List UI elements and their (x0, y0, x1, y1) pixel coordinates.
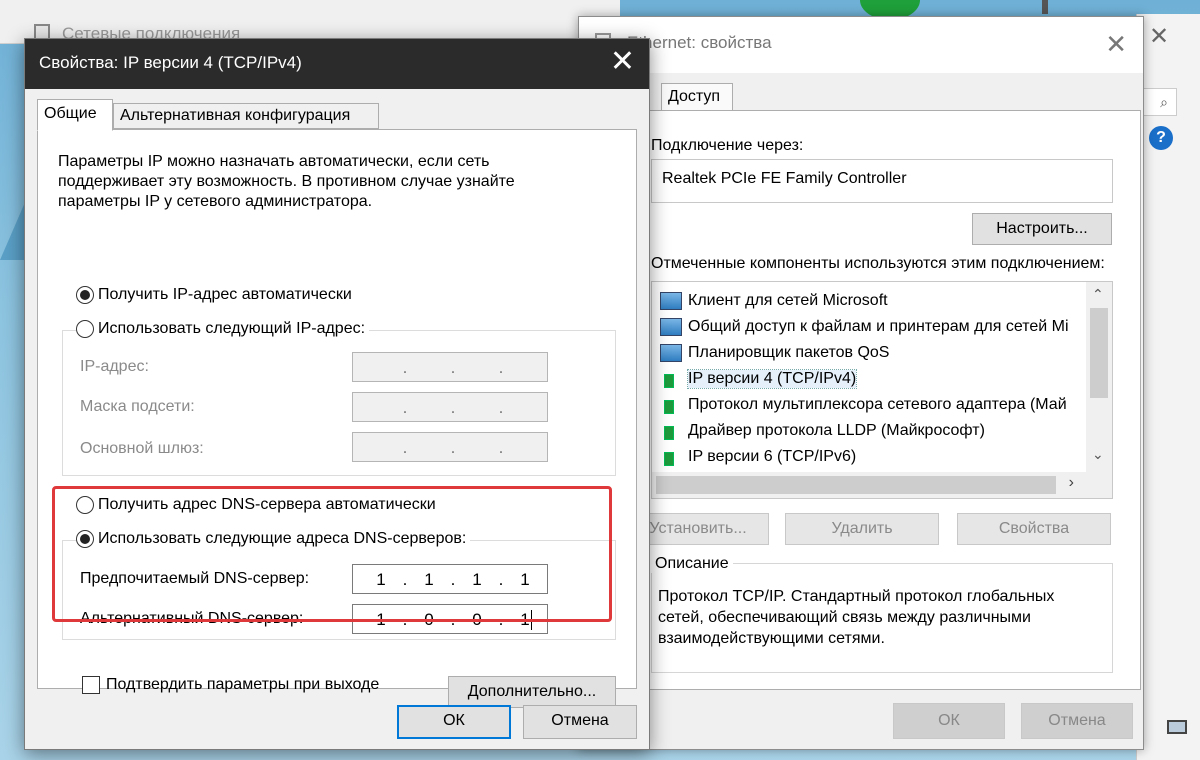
ethernet-properties-window[interactable]: Ethernet: свойства ✕ Доступ Подключение … (578, 16, 1144, 750)
list-item-label: Планировщик пакетов QoS (688, 344, 890, 361)
alternate-dns-label: Альтернативный DNS-сервер: (80, 610, 304, 627)
remove-button[interactable]: Удалить (785, 513, 939, 545)
monitor-icon[interactable] (1167, 720, 1187, 734)
radio-selected-icon[interactable] (76, 530, 94, 548)
tab-general[interactable]: Общие (37, 99, 113, 131)
ok-button[interactable]: ОК (397, 705, 511, 739)
list-item-label: Клиент для сетей Microsoft (688, 292, 888, 309)
protocol-icon (660, 422, 682, 440)
adapter-name: Realtek PCIe FE Family Controller (651, 159, 1113, 203)
close-icon[interactable]: ✕ (610, 47, 635, 77)
octet: 1 (520, 610, 530, 629)
tab-alternate-config[interactable]: Альтернативная конфигурация (113, 103, 379, 129)
chevron-down-icon[interactable]: ⌄ (1092, 446, 1104, 463)
ok-button[interactable]: ОК (893, 703, 1005, 739)
alternate-dns-field[interactable]: 1 . 0 . 0 . 1 (352, 604, 548, 634)
text-caret (531, 610, 532, 630)
list-item[interactable]: Клиент для сетей Microsoft (660, 288, 888, 314)
protocol-icon (660, 448, 682, 466)
connect-via-label: Подключение через: (651, 137, 804, 154)
ip-address-field[interactable]: ... (352, 352, 548, 382)
protocol-icon (660, 370, 682, 388)
scrollbar-thumb[interactable] (1090, 308, 1108, 398)
octet: 1 (424, 570, 434, 589)
list-item-label: Протокол мультиплексора сетевого адаптер… (688, 396, 1067, 413)
octet: 1 (520, 570, 530, 589)
list-item[interactable]: Общий доступ к файлам и принтерам для се… (660, 314, 1069, 340)
scrollbar-thumb[interactable] (656, 476, 1056, 494)
list-item-selected[interactable]: IP версии 4 (TCP/IPv4) (660, 366, 858, 392)
gateway-field[interactable]: ... (352, 432, 548, 462)
gateway-label: Основной шлюз: (80, 440, 204, 457)
tab-panel-general: Параметры IP можно назначать автоматичес… (37, 129, 637, 708)
titlebar[interactable]: Свойства: IP версии 4 (TCP/IPv4) ✕ (25, 39, 649, 89)
protocol-icon (660, 396, 682, 414)
cancel-button[interactable]: Отмена (1021, 703, 1133, 739)
octet: 1 (472, 570, 482, 589)
ip-address-label: IP-адрес: (80, 358, 149, 375)
chevron-right-icon[interactable]: › (1069, 474, 1074, 492)
description-text: Протокол TCP/IP. Стандартный протокол гл… (658, 588, 1055, 647)
list-item-label: Общий доступ к файлам и принтерам для се… (688, 318, 1069, 335)
list-item[interactable]: Драйвер протокола LLDP (Майкрософт) (660, 418, 985, 444)
network-service-icon (660, 318, 682, 336)
radio-dns-auto[interactable]: Получить адрес DNS-сервера автоматически (76, 496, 440, 514)
octet: 0 (424, 610, 434, 629)
list-item-label: IP версии 4 (TCP/IPv4) (686, 369, 858, 389)
help-icon[interactable]: ? (1149, 126, 1173, 150)
list-item[interactable]: Протокол мультиплексора сетевого адаптер… (660, 392, 1067, 418)
radio-dns-manual-label: Использовать следующие адреса DNS-сервер… (98, 530, 467, 547)
radio-ip-manual[interactable]: Использовать следующий IP-адрес: (76, 320, 370, 338)
list-item-label: Драйвер протокола LLDP (Майкрософт) (688, 422, 985, 439)
titlebar[interactable]: Ethernet: свойства ✕ (579, 17, 1143, 73)
radio-dns-manual[interactable]: Использовать следующие адреса DNS-сервер… (76, 530, 471, 548)
advanced-button[interactable]: Дополнительно... (448, 676, 616, 708)
subnet-mask-field[interactable]: ... (352, 392, 548, 422)
radio-unselected-icon[interactable] (76, 496, 94, 514)
background-explorer-window[interactable]: ✕ ⌕ ? (1136, 14, 1200, 760)
cancel-button[interactable]: Отмена (523, 705, 637, 739)
confirm-on-exit-label: Подтвердить параметры при выходе (106, 676, 380, 693)
vertical-scrollbar[interactable]: ⌃ ⌄ (1086, 282, 1112, 472)
list-item-label: IP версии 6 (TCP/IPv6) (688, 448, 857, 465)
preferred-dns-label: Предпочитаемый DNS-сервер: (80, 570, 310, 587)
preferred-dns-field[interactable]: 1 . 1 . 1 . 1 (352, 564, 548, 594)
description-label: Описание (651, 555, 733, 573)
list-item[interactable]: Планировщик пакетов QoS (660, 340, 889, 366)
radio-ip-manual-label: Использовать следующий IP-адрес: (98, 320, 366, 337)
network-client-icon (660, 292, 682, 310)
radio-ip-auto-label: Получить IP-адрес автоматически (98, 286, 352, 303)
wallpaper-pole (1042, 0, 1048, 14)
list-item[interactable]: IP версии 6 (TCP/IPv6) (660, 444, 856, 470)
components-label: Отмеченные компоненты используются этим … (651, 255, 1105, 272)
components-list[interactable]: Клиент для сетей Microsoft Общий доступ … (651, 281, 1113, 499)
adapter-name-text: Realtek PCIe FE Family Controller (662, 170, 907, 187)
close-icon[interactable]: ✕ (1105, 29, 1127, 60)
confirm-on-exit-checkbox[interactable]: Подтвердить параметры при выходе (82, 676, 379, 694)
horizontal-scrollbar[interactable]: › (652, 472, 1112, 498)
properties-button[interactable]: Свойства (957, 513, 1111, 545)
radio-selected-icon[interactable] (76, 286, 94, 304)
radio-ip-auto[interactable]: Получить IP-адрес автоматически (76, 286, 356, 304)
octet: 1 (376, 570, 386, 589)
close-icon[interactable]: ✕ (1149, 22, 1169, 51)
radio-dns-auto-label: Получить адрес DNS-сервера автоматически (98, 496, 436, 513)
tab-access[interactable]: Доступ (661, 83, 733, 111)
window-title: Свойства: IP версии 4 (TCP/IPv4) (39, 53, 302, 72)
network-service-icon (660, 344, 682, 362)
subnet-mask-label: Маска подсети: (80, 398, 195, 415)
octet: 0 (472, 610, 482, 629)
configure-button[interactable]: Настроить... (972, 213, 1112, 245)
intro-text: Параметры IP можно назначать автоматичес… (58, 153, 515, 210)
description-box: Протокол TCP/IP. Стандартный протокол гл… (651, 563, 1113, 673)
radio-unselected-icon[interactable] (76, 320, 94, 338)
chevron-up-icon[interactable]: ⌃ (1092, 286, 1104, 303)
octet: 1 (376, 610, 386, 629)
ipv4-properties-window[interactable]: Свойства: IP версии 4 (TCP/IPv4) ✕ Общие… (24, 38, 650, 750)
checkbox-unchecked-icon[interactable] (82, 676, 100, 694)
